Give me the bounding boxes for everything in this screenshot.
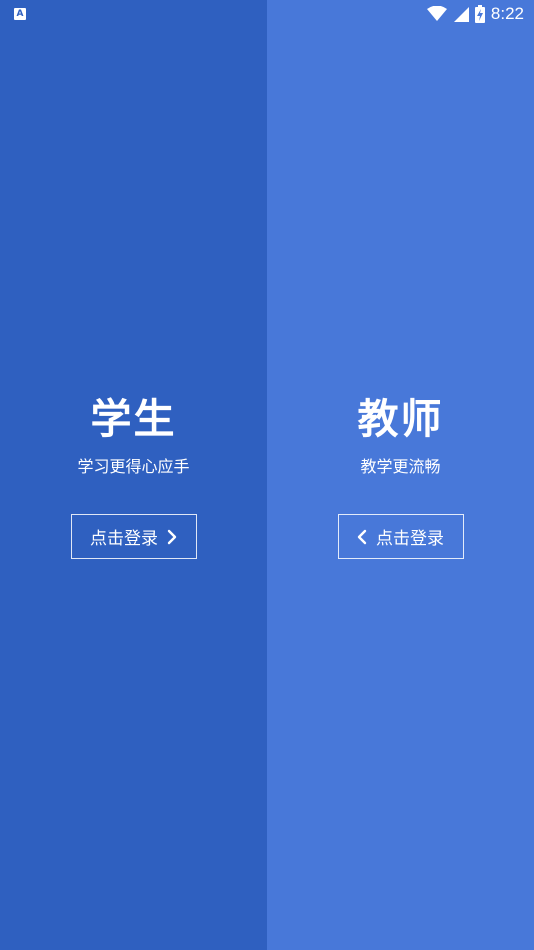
teacher-panel[interactable]: 教师 教学更流畅 点击登录 (267, 0, 534, 950)
status-time: 8:22 (490, 4, 524, 23)
student-content: 学生 学习更得心应手 点击登录 (0, 393, 267, 559)
chevron-right-icon (167, 529, 177, 544)
status-bar-left: A (14, 8, 26, 20)
status-bar-right: 8:22 (426, 4, 524, 24)
student-login-button[interactable]: 点击登录 (70, 514, 197, 559)
cell-signal-icon (453, 7, 469, 22)
student-login-label: 点击登录 (90, 529, 158, 549)
notification-glyph: A (16, 9, 24, 19)
teacher-subtitle: 教学更流畅 (360, 457, 441, 476)
status-bar: A 8:22 (0, 0, 534, 28)
student-panel[interactable]: 学生 学习更得心应手 点击登录 (0, 0, 267, 950)
student-title: 学生 (90, 395, 177, 443)
role-select-screen: A 8:22 学生 学习更得心应手 点击登录 教师 教学更流畅 点击登录 (0, 0, 534, 950)
chevron-left-icon (357, 529, 367, 544)
teacher-content: 教师 教学更流畅 点击登录 (267, 393, 534, 559)
text-app-icon: A (14, 8, 26, 20)
wifi-icon (426, 6, 447, 21)
battery-charging-icon (474, 5, 485, 23)
teacher-title: 教师 (357, 395, 444, 443)
teacher-login-button[interactable]: 点击登录 (337, 514, 464, 559)
student-subtitle: 学习更得心应手 (77, 457, 190, 476)
teacher-login-label: 点击登录 (376, 529, 444, 549)
